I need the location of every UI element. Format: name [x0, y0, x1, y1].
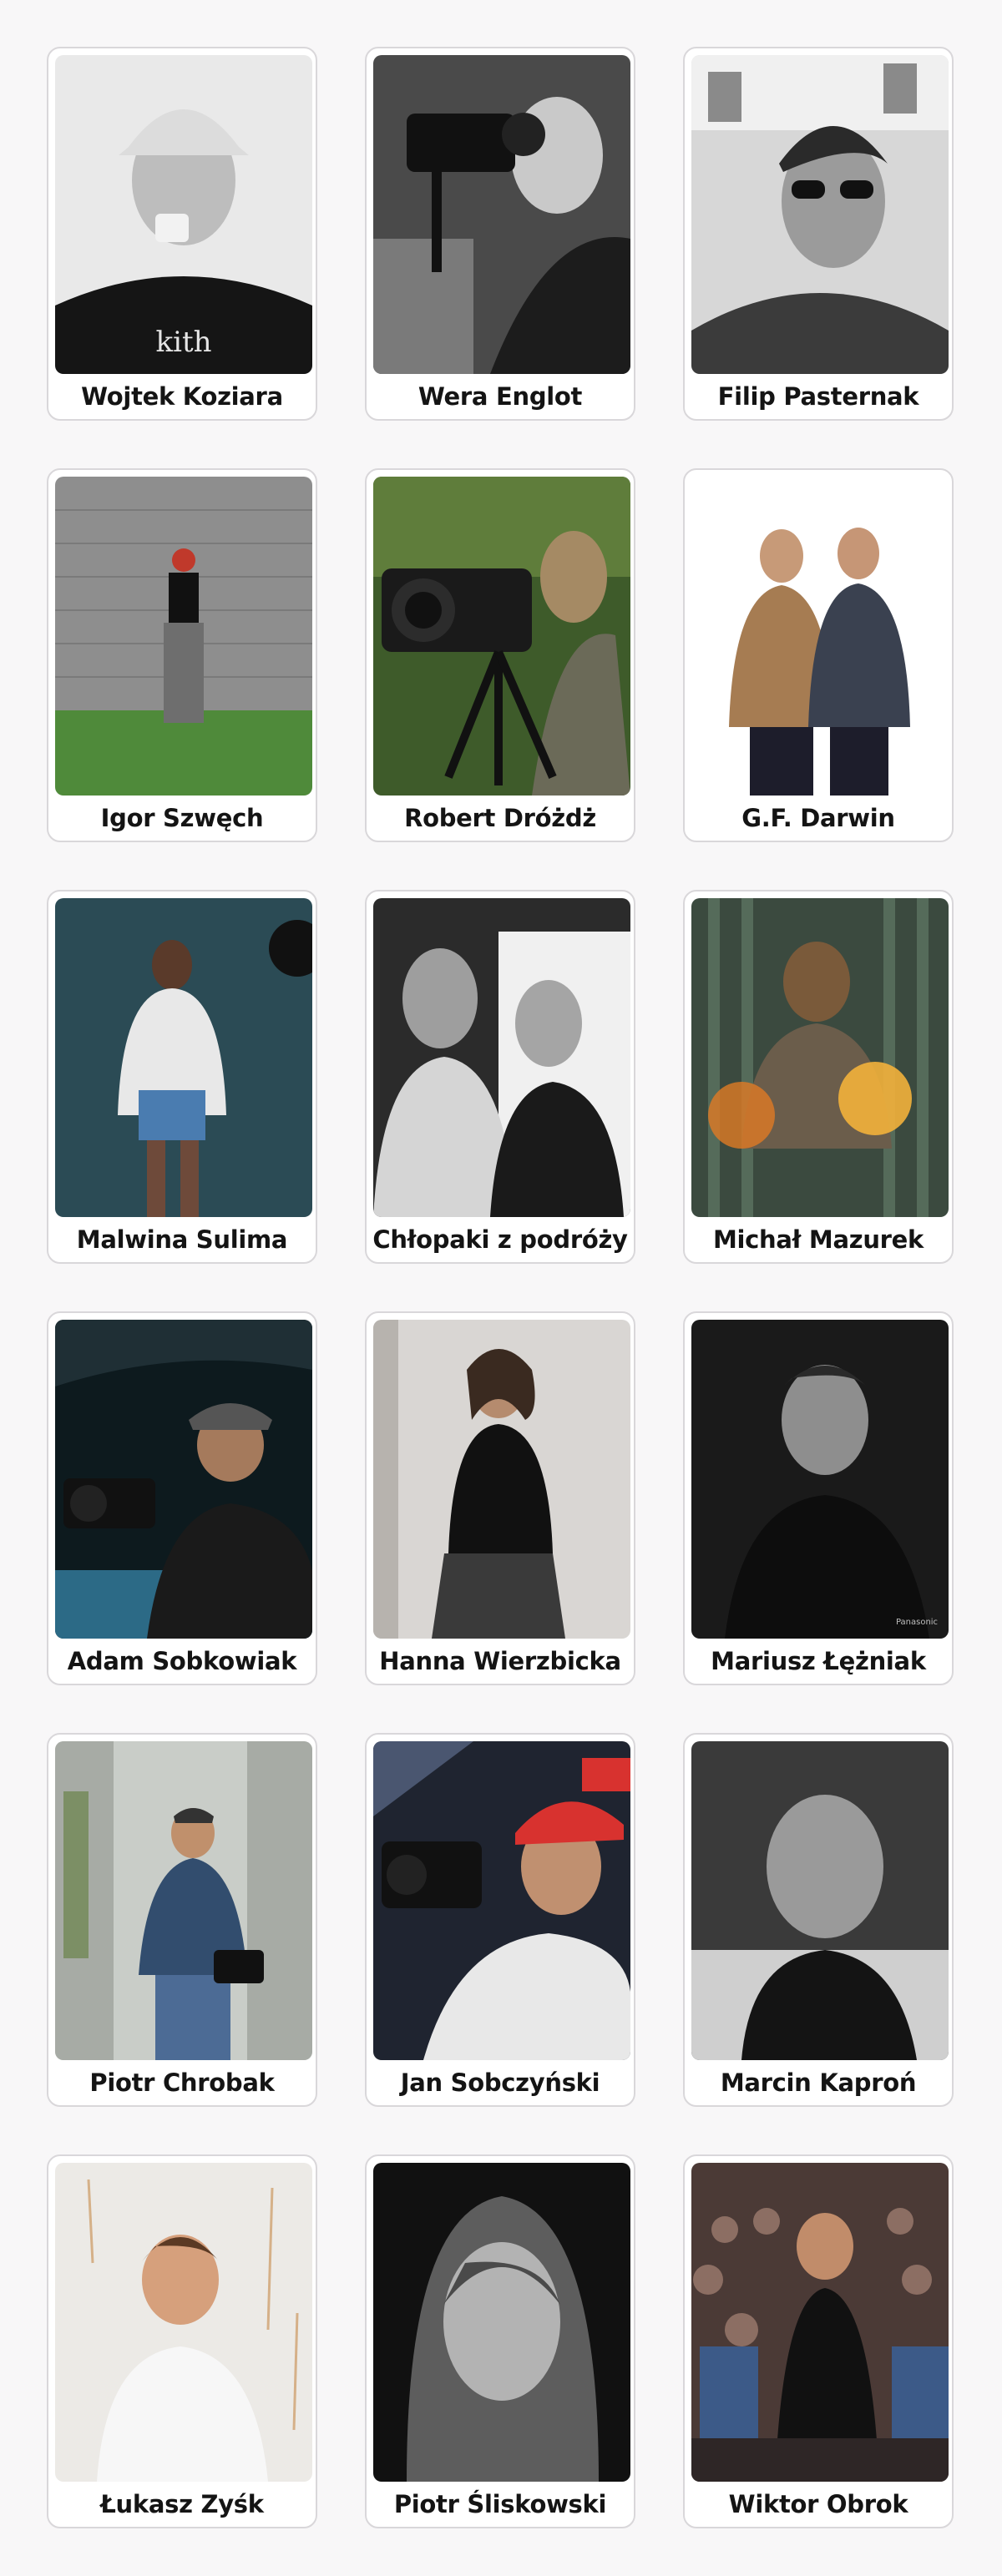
person-card[interactable]: G.F. Darwin — [683, 468, 954, 842]
person-name: Robert Dróżdż — [404, 804, 596, 832]
camera-man-icon — [55, 1320, 312, 1639]
man-portrait-icon — [373, 2163, 630, 2482]
man-portrait-icon: Panasonic — [691, 1320, 949, 1639]
person-card[interactable]: Chłopaki z podróży — [365, 890, 635, 1264]
person-name: Piotr Śliskowski — [393, 2490, 607, 2518]
person-name: Wera Englot — [418, 382, 583, 411]
person-name: Igor Szwęch — [100, 804, 264, 832]
person-name: Wiktor Obrok — [728, 2490, 908, 2518]
two-men-icon — [373, 898, 630, 1217]
person-card[interactable]: Jan Sobczyński — [365, 1733, 635, 2107]
person-name: Piotr Chrobak — [89, 2068, 275, 2097]
standing-woman-icon — [55, 898, 312, 1217]
person-card[interactable]: Łukasz Zyśk — [47, 2154, 317, 2528]
camera-man-icon — [373, 1741, 630, 2060]
person-name: Hanna Wierzbicka — [379, 1647, 621, 1675]
sunglasses-portrait-icon — [691, 55, 949, 374]
camera-man-icon — [55, 1741, 312, 2060]
person-name: Malwina Sulima — [76, 1225, 288, 1254]
smiling-man-icon — [55, 2163, 312, 2482]
standing-woman-icon — [373, 1320, 630, 1639]
two-men-icon — [691, 477, 949, 796]
person-card[interactable]: Igor Szwęch — [47, 468, 317, 842]
person-name: Marcin Kaproń — [720, 2068, 917, 2097]
person-card[interactable]: Piotr Śliskowski — [365, 2154, 635, 2528]
person-card[interactable]: kith Wojtek Koziara — [47, 47, 317, 421]
person-name: Chłopaki z podróży — [372, 1225, 628, 1254]
person-card[interactable]: Wiktor Obrok — [683, 2154, 954, 2528]
standing-person-icon — [55, 477, 312, 796]
person-card[interactable]: Piotr Chrobak — [47, 1733, 317, 2107]
speaker-icon — [691, 2163, 949, 2482]
man-portrait-icon — [691, 1741, 949, 2060]
cap-coffee-portrait-icon: kith — [55, 55, 312, 374]
person-name: Mariusz Łężniak — [711, 1647, 926, 1675]
svg-text:kith: kith — [155, 326, 211, 359]
person-name: Michał Mazurek — [712, 1225, 924, 1254]
svg-text:Panasonic: Panasonic — [896, 1618, 938, 1627]
person-card[interactable]: Michał Mazurek — [683, 890, 954, 1264]
person-card[interactable]: Marcin Kaproń — [683, 1733, 954, 2107]
tripod-camera-icon — [373, 477, 630, 796]
person-name: Łukasz Zyśk — [100, 2490, 264, 2518]
person-card[interactable]: Adam Sobkowiak — [47, 1311, 317, 1685]
person-name: Jan Sobczyński — [400, 2068, 600, 2097]
person-card[interactable]: Filip Pasternak — [683, 47, 954, 421]
seated-man-icon — [691, 898, 949, 1217]
person-card[interactable]: Malwina Sulima — [47, 890, 317, 1264]
person-name: Adam Sobkowiak — [67, 1647, 297, 1675]
speakers-grid: kith Wojtek Koziara Wera Englot Filip Pa… — [0, 0, 1002, 2576]
person-card[interactable]: Robert Dróżdż — [365, 468, 635, 842]
person-name: Filip Pasternak — [717, 382, 919, 411]
cinema-camera-icon — [373, 55, 630, 374]
person-name: Wojtek Koziara — [81, 382, 283, 411]
person-card[interactable]: Panasonic Mariusz Łężniak — [683, 1311, 954, 1685]
person-name: G.F. Darwin — [741, 804, 895, 832]
person-card[interactable]: Hanna Wierzbicka — [365, 1311, 635, 1685]
person-card[interactable]: Wera Englot — [365, 47, 635, 421]
